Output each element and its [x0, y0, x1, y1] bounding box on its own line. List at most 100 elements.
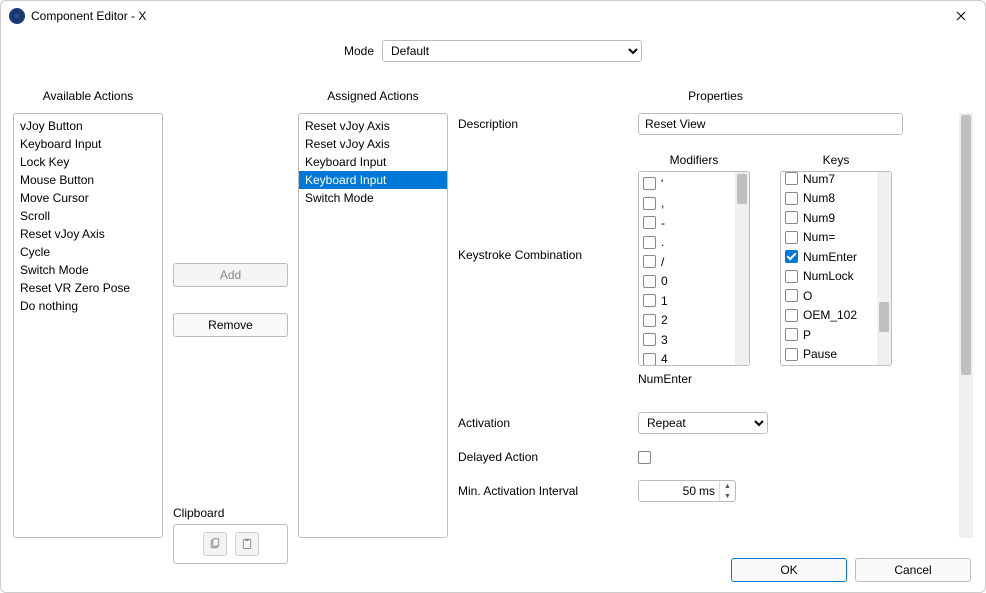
modifier-item[interactable]: , — [643, 194, 745, 214]
assigned-action-item[interactable]: Reset vJoy Axis — [299, 135, 447, 153]
key-item[interactable]: OEM_102 — [785, 306, 887, 326]
modifier-item[interactable]: 2 — [643, 311, 745, 331]
delayed-action-label: Delayed Action — [458, 450, 638, 464]
properties-scrollbar[interactable] — [959, 113, 973, 538]
assigned-action-item[interactable]: Switch Mode — [299, 189, 447, 207]
assigned-actions-list[interactable]: Reset vJoy AxisReset vJoy AxisKeyboard I… — [298, 113, 448, 538]
modifier-item[interactable]: - — [643, 213, 745, 233]
key-item[interactable]: NumLock — [785, 267, 887, 287]
ok-button[interactable]: OK — [731, 558, 847, 582]
available-action-item[interactable]: Mouse Button — [14, 171, 162, 189]
spin-up-icon[interactable]: ▲ — [720, 481, 735, 491]
available-action-item[interactable]: Lock Key — [14, 153, 162, 171]
keys-list[interactable]: Num7 Num8Num9 Num= NumEnterNumLock O OEM_102 P… — [780, 171, 892, 366]
modifier-checkbox[interactable] — [643, 197, 656, 210]
properties-header: Properties — [458, 89, 973, 103]
modifier-checkbox[interactable] — [643, 333, 656, 346]
clipboard-panel — [173, 524, 288, 564]
modifier-checkbox[interactable] — [643, 353, 656, 366]
modifier-label: / — [661, 255, 664, 269]
key-checkbox[interactable] — [785, 192, 798, 205]
available-actions-list[interactable]: vJoy ButtonKeyboard InputLock KeyMouse B… — [13, 113, 163, 538]
close-button[interactable] — [945, 4, 977, 28]
available-action-item[interactable]: Switch Mode — [14, 261, 162, 279]
modifier-item[interactable]: / — [643, 252, 745, 272]
modifier-item[interactable]: 0 — [643, 272, 745, 292]
delayed-action-checkbox[interactable] — [638, 451, 651, 464]
key-item[interactable]: Num9 — [785, 208, 887, 228]
key-item[interactable]: Num8 — [785, 189, 887, 209]
available-actions-header: Available Actions — [13, 89, 163, 103]
modifiers-scrollbar[interactable] — [735, 172, 749, 365]
keys-scrollbar[interactable] — [877, 172, 891, 365]
key-checkbox[interactable] — [785, 348, 798, 361]
available-action-item[interactable]: Keyboard Input — [14, 135, 162, 153]
clipboard-label: Clipboard — [173, 506, 288, 520]
modifier-checkbox[interactable] — [643, 294, 656, 307]
key-checkbox[interactable] — [785, 309, 798, 322]
modifiers-list[interactable]: ', -. / 0 1 23 4 — [638, 171, 750, 366]
assigned-actions-header: Assigned Actions — [298, 89, 448, 103]
activation-select[interactable]: Repeat — [638, 412, 768, 434]
available-action-item[interactable]: Reset vJoy Axis — [14, 225, 162, 243]
modifier-item[interactable]: . — [643, 233, 745, 253]
key-item[interactable]: Pause — [785, 345, 887, 365]
key-item[interactable]: NumEnter — [785, 247, 887, 267]
key-item[interactable]: Num7 — [785, 171, 887, 189]
key-checkbox[interactable] — [785, 289, 798, 302]
assigned-action-item[interactable]: Keyboard Input — [299, 153, 447, 171]
key-label: Pause — [803, 347, 837, 361]
modifier-item[interactable]: 1 — [643, 291, 745, 311]
key-label: Num7 — [803, 172, 835, 186]
available-action-item[interactable]: vJoy Button — [14, 117, 162, 135]
assigned-action-item[interactable]: Keyboard Input — [299, 171, 447, 189]
paste-button[interactable] — [235, 532, 259, 556]
available-action-item[interactable]: Scroll — [14, 207, 162, 225]
key-item[interactable]: O — [785, 286, 887, 306]
remove-button[interactable]: Remove — [173, 313, 288, 337]
available-action-item[interactable]: Move Cursor — [14, 189, 162, 207]
modifier-item[interactable]: 3 — [643, 330, 745, 350]
modifier-checkbox[interactable] — [643, 236, 656, 249]
description-label: Description — [458, 117, 638, 131]
key-label: Num= — [803, 230, 835, 244]
key-checkbox[interactable] — [785, 270, 798, 283]
description-input[interactable] — [638, 113, 903, 135]
activation-label: Activation — [458, 416, 638, 430]
modifier-label: 1 — [661, 294, 668, 308]
mode-select[interactable]: Default — [382, 40, 642, 62]
key-label: O — [803, 289, 812, 303]
keys-header: Keys — [823, 153, 850, 167]
add-button[interactable]: Add — [173, 263, 288, 287]
min-interval-spinner[interactable]: ms ▲ ▼ — [638, 480, 736, 502]
modifier-label: 4 — [661, 352, 668, 366]
modifier-label: , — [661, 196, 664, 210]
key-checkbox[interactable] — [785, 172, 798, 185]
modifier-checkbox[interactable] — [643, 177, 656, 190]
keystroke-summary: NumEnter — [638, 372, 973, 386]
key-checkbox[interactable] — [785, 328, 798, 341]
app-icon — [9, 8, 25, 24]
key-checkbox[interactable] — [785, 250, 798, 263]
modifier-item[interactable]: 4 — [643, 350, 745, 367]
assigned-action-item[interactable]: Reset vJoy Axis — [299, 117, 447, 135]
available-action-item[interactable]: Reset VR Zero Pose — [14, 279, 162, 297]
available-action-item[interactable]: Cycle — [14, 243, 162, 261]
modifier-checkbox[interactable] — [643, 314, 656, 327]
key-checkbox[interactable] — [785, 211, 798, 224]
modifier-checkbox[interactable] — [643, 275, 656, 288]
cancel-button[interactable]: Cancel — [855, 558, 971, 582]
key-label: OEM_102 — [803, 308, 857, 322]
min-interval-unit: ms — [699, 481, 719, 501]
modifier-checkbox[interactable] — [643, 255, 656, 268]
key-item[interactable]: Num= — [785, 228, 887, 248]
available-action-item[interactable]: Do nothing — [14, 297, 162, 315]
spin-down-icon[interactable]: ▼ — [720, 491, 735, 501]
key-checkbox[interactable] — [785, 231, 798, 244]
min-interval-input[interactable] — [639, 481, 699, 501]
key-item[interactable]: P — [785, 325, 887, 345]
modifier-item[interactable]: ' — [643, 174, 745, 194]
copy-button[interactable] — [203, 532, 227, 556]
modifier-checkbox[interactable] — [643, 216, 656, 229]
mode-row: Mode Default — [1, 31, 985, 71]
